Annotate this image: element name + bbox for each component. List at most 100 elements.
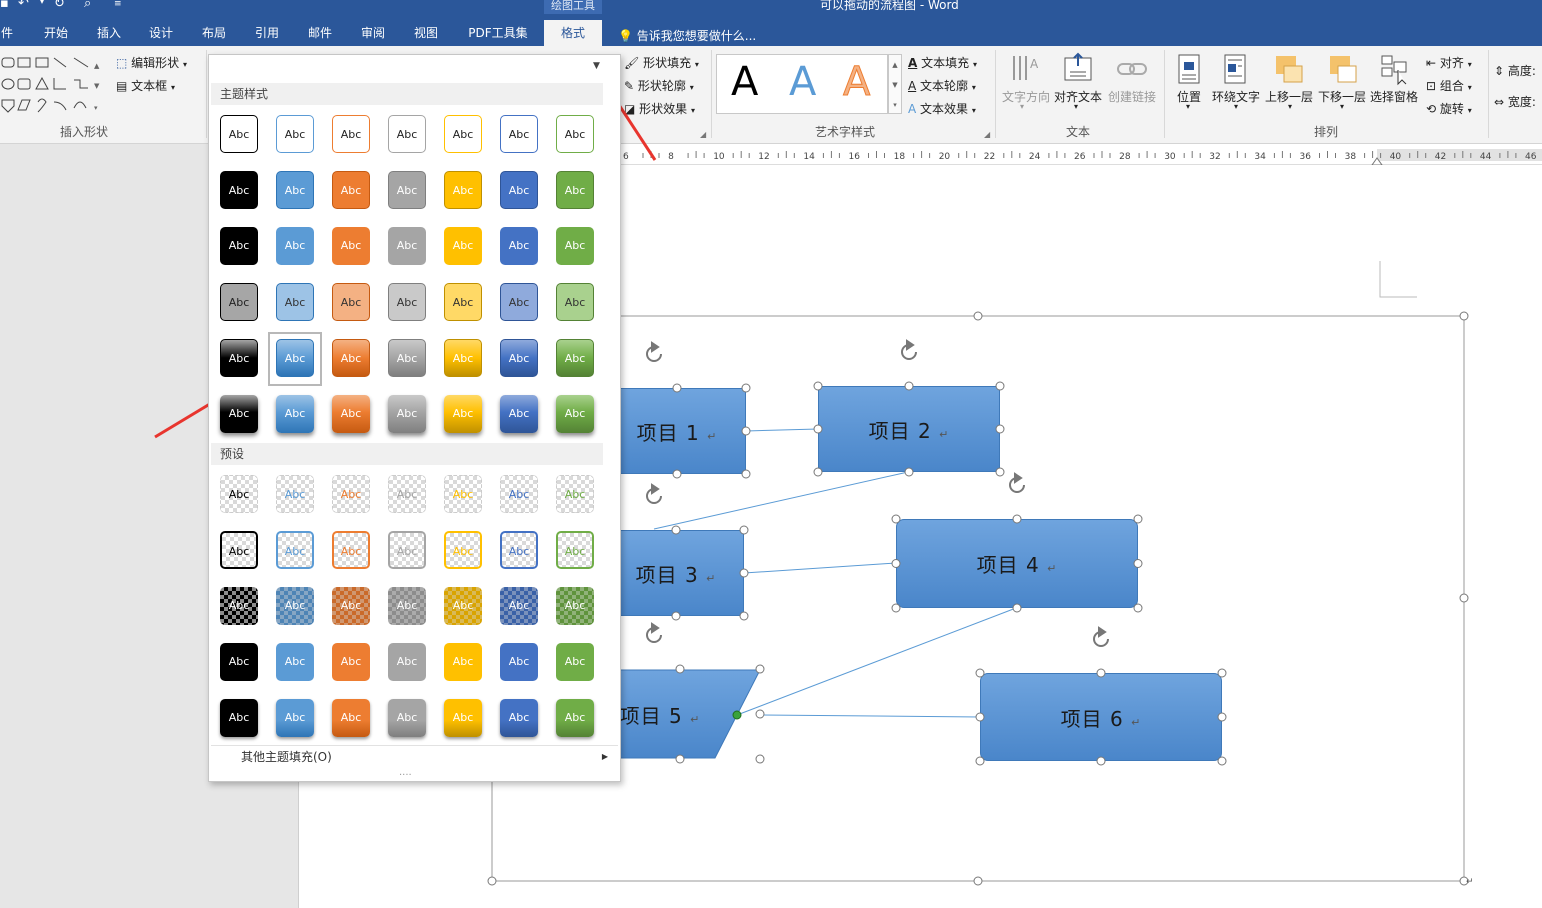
theme-style-intense[interactable]: Abc <box>220 395 258 433</box>
preset-style-bevel[interactable]: Abc <box>220 699 258 737</box>
preset-style-outline[interactable]: Abc <box>276 531 314 569</box>
more-theme-fills-item[interactable]: 其他主题填充(O) ▶ <box>211 745 618 767</box>
preset-style-transparent[interactable]: Abc <box>388 475 426 513</box>
paragraph-mark-icon: ↵ <box>706 571 717 585</box>
theme-style-outline[interactable]: Abc <box>220 115 258 153</box>
theme-style-flat[interactable]: Abc <box>556 227 594 265</box>
preset-style-semitransparent[interactable]: Abc <box>388 587 426 625</box>
flow-item-2[interactable]: 项目 2 ↵ <box>818 386 1000 472</box>
theme-style-outline[interactable]: Abc <box>444 115 482 153</box>
paragraph-mark-icon: ↵ <box>707 429 718 443</box>
theme-style-solid[interactable]: Abc <box>220 171 258 209</box>
flow-item-label: 项目 3 ↵ <box>635 562 717 587</box>
theme-style-solid[interactable]: Abc <box>332 171 370 209</box>
theme-style-light[interactable]: Abc <box>556 283 594 321</box>
theme-style-solid[interactable]: Abc <box>500 171 538 209</box>
connector-2-3[interactable] <box>653 471 909 530</box>
flow-item-label: 项目 2 ↵ <box>868 418 950 443</box>
theme-style-outline[interactable]: Abc <box>500 115 538 153</box>
theme-style-solid[interactable]: Abc <box>388 171 426 209</box>
theme-style-flat[interactable]: Abc <box>444 227 482 265</box>
theme-style-flat[interactable]: Abc <box>388 227 426 265</box>
theme-style-intense[interactable]: Abc <box>444 395 482 433</box>
preset-style-transparent[interactable]: Abc <box>500 475 538 513</box>
flow-item-label: 项目 5 ↵ <box>619 703 701 728</box>
theme-style-flat[interactable]: Abc <box>220 227 258 265</box>
preset-style-outline[interactable]: Abc <box>556 531 594 569</box>
preset-style-outline[interactable]: Abc <box>332 531 370 569</box>
theme-style-gradient[interactable]: Abc <box>388 339 426 377</box>
theme-style-flat[interactable]: Abc <box>276 227 314 265</box>
preset-style-solid[interactable]: Abc <box>556 643 594 681</box>
connector-3-4[interactable] <box>743 562 897 574</box>
preset-style-semitransparent[interactable]: Abc <box>444 587 482 625</box>
theme-style-gradient[interactable]: Abc <box>444 339 482 377</box>
preset-style-transparent[interactable]: Abc <box>556 475 594 513</box>
preset-style-transparent[interactable]: Abc <box>444 475 482 513</box>
theme-style-outline[interactable]: Abc <box>388 115 426 153</box>
preset-style-bevel[interactable]: Abc <box>388 699 426 737</box>
theme-style-light[interactable]: Abc <box>388 283 426 321</box>
preset-style-solid[interactable]: Abc <box>388 643 426 681</box>
theme-style-intense[interactable]: Abc <box>556 395 594 433</box>
theme-style-intense[interactable]: Abc <box>500 395 538 433</box>
theme-styles-header: 主题样式 <box>211 83 603 105</box>
preset-style-solid[interactable]: Abc <box>444 643 482 681</box>
preset-style-bevel[interactable]: Abc <box>500 699 538 737</box>
theme-style-intense[interactable]: Abc <box>332 395 370 433</box>
flow-item-6[interactable]: 项目 6 ↵ <box>980 673 1222 761</box>
preset-style-semitransparent[interactable]: Abc <box>276 587 314 625</box>
preset-style-semitransparent[interactable]: Abc <box>500 587 538 625</box>
flow-item-1[interactable]: 项目 1 ↵ <box>608 388 746 474</box>
connector-5-6[interactable] <box>759 714 981 718</box>
shape-style-gallery: ▼ 主题样式 预设 Abc Abc Abc Abc Abc Abc Abc Abc Abc Abc… <box>208 54 621 782</box>
theme-style-gradient[interactable]: Abc <box>332 339 370 377</box>
preset-style-outline[interactable]: Abc <box>388 531 426 569</box>
preset-style-solid[interactable]: Abc <box>332 643 370 681</box>
preset-style-outline[interactable]: Abc <box>444 531 482 569</box>
flow-item-label: 项目 4 ↵ <box>976 553 1058 577</box>
theme-style-gradient[interactable]: Abc <box>556 339 594 377</box>
flow-item-3[interactable]: 项目 3 ↵ <box>608 530 744 616</box>
flow-item-4[interactable]: 项目 4 ↵ <box>896 519 1138 608</box>
preset-style-outline[interactable]: Abc <box>500 531 538 569</box>
preset-style-transparent[interactable]: Abc <box>332 475 370 513</box>
theme-style-light[interactable]: Abc <box>276 283 314 321</box>
preset-style-solid[interactable]: Abc <box>276 643 314 681</box>
paragraph-mark-icon: ↵ <box>1047 562 1058 575</box>
preset-style-bevel[interactable]: Abc <box>332 699 370 737</box>
theme-style-light[interactable]: Abc <box>500 283 538 321</box>
preset-style-transparent[interactable]: Abc <box>220 475 258 513</box>
theme-style-light[interactable]: Abc <box>332 283 370 321</box>
theme-style-outline[interactable]: Abc <box>276 115 314 153</box>
theme-style-flat[interactable]: Abc <box>500 227 538 265</box>
preset-styles-header: 预设 <box>211 443 603 465</box>
preset-style-bevel[interactable]: Abc <box>276 699 314 737</box>
theme-style-gradient[interactable]: Abc <box>220 339 258 377</box>
theme-style-light[interactable]: Abc <box>220 283 258 321</box>
preset-style-semitransparent[interactable]: Abc <box>556 587 594 625</box>
theme-style-intense[interactable]: Abc <box>276 395 314 433</box>
preset-style-transparent[interactable]: Abc <box>276 475 314 513</box>
connector-4-5[interactable] <box>736 607 1017 716</box>
theme-style-light[interactable]: Abc <box>444 283 482 321</box>
preset-style-bevel[interactable]: Abc <box>556 699 594 737</box>
theme-style-solid[interactable]: Abc <box>444 171 482 209</box>
preset-style-semitransparent[interactable]: Abc <box>220 587 258 625</box>
preset-style-bevel[interactable]: Abc <box>444 699 482 737</box>
preset-style-semitransparent[interactable]: Abc <box>332 587 370 625</box>
theme-style-intense[interactable]: Abc <box>388 395 426 433</box>
theme-style-outline[interactable]: Abc <box>332 115 370 153</box>
theme-style-solid[interactable]: Abc <box>276 171 314 209</box>
chevron-right-icon: ▶ <box>601 752 608 761</box>
theme-style-outline[interactable]: Abc <box>556 115 594 153</box>
resize-grip-icon[interactable]: .... <box>399 767 412 778</box>
preset-style-solid[interactable]: Abc <box>500 643 538 681</box>
preset-style-outline[interactable]: Abc <box>220 531 258 569</box>
connector-1-2[interactable] <box>745 428 819 432</box>
theme-style-gradient[interactable]: Abc <box>500 339 538 377</box>
gallery-collapse-icon[interactable]: ▼ <box>593 61 600 71</box>
theme-style-solid[interactable]: Abc <box>556 171 594 209</box>
theme-style-flat[interactable]: Abc <box>332 227 370 265</box>
preset-style-solid[interactable]: Abc <box>220 643 258 681</box>
